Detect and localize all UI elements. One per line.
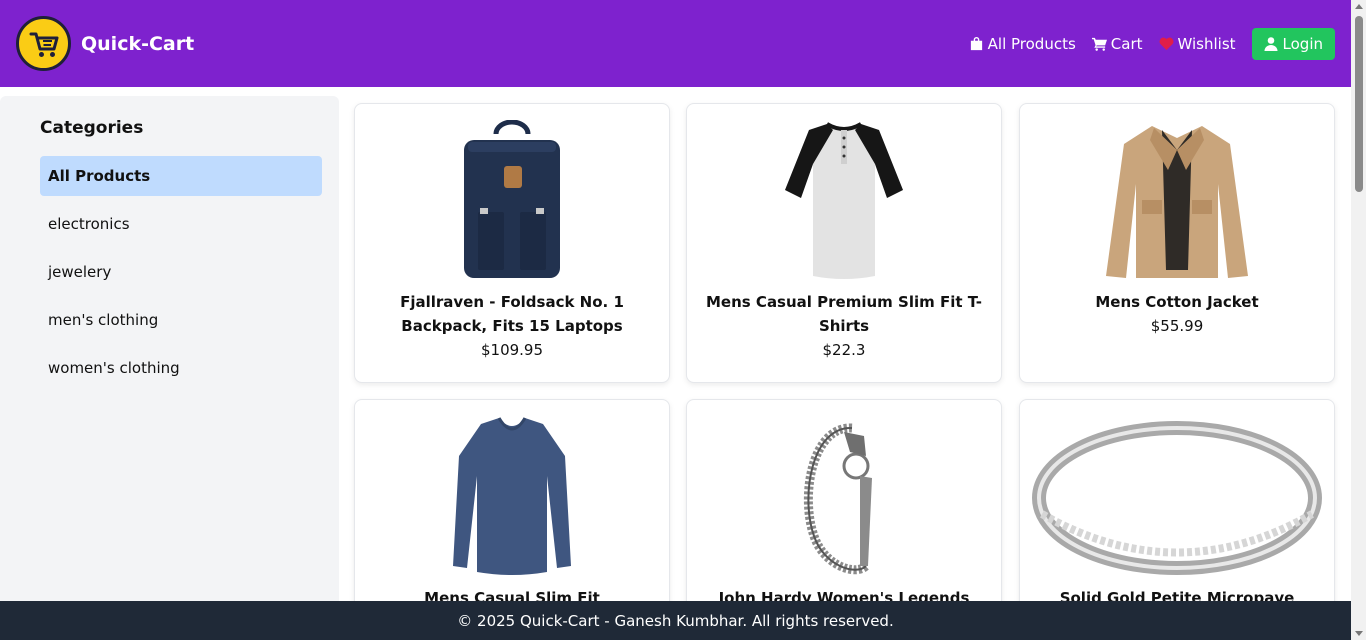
category-electronics[interactable]: electronics — [40, 204, 322, 244]
nav-all-products[interactable]: All Products — [969, 35, 1076, 53]
category-womens-clothing[interactable]: women's clothing — [40, 348, 322, 388]
product-price: $109.95 — [480, 341, 544, 359]
category-jewelery[interactable]: jewelery — [40, 252, 322, 292]
scroll-thumb[interactable] — [1355, 16, 1363, 192]
nav-wishlist[interactable]: Wishlist — [1159, 35, 1236, 53]
category-mens-clothing[interactable]: men's clothing — [40, 300, 322, 340]
brand-name: Quick-Cart — [81, 32, 195, 55]
ring-image — [1020, 416, 1334, 576]
nav-links: All Products Cart Wishlist Login — [969, 27, 1335, 60]
tshirt-image — [687, 120, 1001, 280]
product-card[interactable]: Mens Casual Premium Slim Fit T-Shirts $2… — [686, 103, 1002, 383]
longsleeve-image — [355, 416, 669, 576]
user-icon — [1264, 36, 1278, 51]
product-price: $55.99 — [1150, 317, 1204, 335]
nav-cart[interactable]: Cart — [1091, 34, 1143, 53]
scroll-down-arrow-icon[interactable] — [1355, 631, 1363, 636]
jacket-image — [1020, 120, 1334, 280]
shopping-bag-icon — [970, 36, 982, 51]
categories-sidebar: Categories All Products electronics jewe… — [0, 96, 339, 640]
product-card[interactable]: Fjallraven - Foldsack No. 1 Backpack, Fi… — [354, 103, 670, 383]
nav-all-products-label: All Products — [987, 34, 1076, 53]
product-title: Mens Cotton Jacket — [1095, 293, 1259, 311]
footer: © 2025 Quick-Cart - Ganesh Kumbhar. All … — [0, 601, 1351, 640]
nav-cart-label: Cart — [1110, 34, 1143, 53]
nav-wishlist-label: Wishlist — [1177, 34, 1236, 53]
product-title: Mens Casual Premium Slim Fit T-Shirts — [706, 293, 982, 335]
product-price: $22.3 — [822, 341, 866, 359]
login-label: Login — [1282, 34, 1323, 53]
navbar: Quick-Cart All Products Cart Wishlist Lo… — [0, 0, 1351, 87]
brand[interactable]: Quick-Cart — [16, 16, 194, 71]
category-all-products[interactable]: All Products — [40, 156, 322, 196]
cart-icon — [1091, 37, 1107, 51]
page-scrollbar[interactable] — [1351, 0, 1366, 640]
backpack-image — [355, 120, 669, 280]
cart-logo-icon — [16, 16, 71, 71]
product-title: Fjallraven - Foldsack No. 1 Backpack, Fi… — [400, 293, 624, 335]
product-card[interactable]: Mens Cotton Jacket $55.99 — [1019, 103, 1335, 383]
login-button[interactable]: Login — [1251, 27, 1335, 60]
categories-title: Categories — [40, 118, 144, 138]
scroll-up-arrow-icon[interactable] — [1355, 4, 1363, 9]
heart-icon — [1159, 37, 1173, 51]
footer-text: © 2025 Quick-Cart - Ganesh Kumbhar. All … — [457, 611, 894, 630]
bracelet-image — [687, 416, 1001, 576]
